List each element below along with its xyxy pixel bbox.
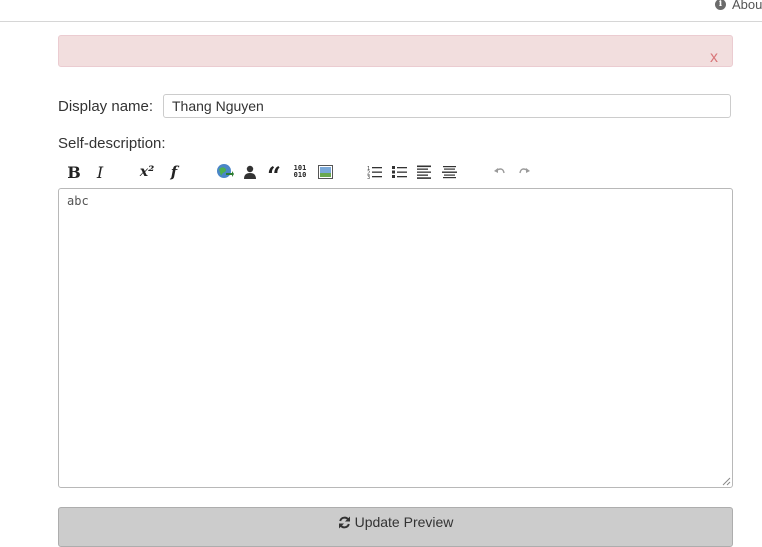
redo-button[interactable] xyxy=(513,160,535,184)
horizontal-rule-button[interactable] xyxy=(438,160,460,184)
bold-icon: B xyxy=(67,162,81,182)
unordered-list-button[interactable] xyxy=(388,160,410,184)
heading-button[interactable] xyxy=(413,160,435,184)
function-button[interactable]: f xyxy=(163,160,185,184)
ordered-list-button[interactable]: 1 2 3 xyxy=(363,160,385,184)
link-button[interactable] xyxy=(214,160,236,184)
italic-icon: I xyxy=(96,162,104,182)
alert-close-button[interactable]: x xyxy=(710,50,718,66)
update-preview-button[interactable]: Update Preview xyxy=(58,507,733,547)
self-description-text: abc xyxy=(67,194,89,208)
heading-icon xyxy=(417,165,431,179)
horizontal-rule-icon xyxy=(441,166,457,179)
resize-handle-icon[interactable] xyxy=(722,477,731,486)
editor-toolbar: B I x² f “ 101 010 1 2 3 xyxy=(62,160,662,188)
superscript-icon: x² xyxy=(139,164,155,180)
update-preview-label: Update Preview xyxy=(354,514,454,530)
refresh-icon xyxy=(338,516,350,528)
quote-icon: “ xyxy=(267,161,281,190)
quote-button[interactable]: “ xyxy=(263,160,285,188)
about-label: About xyxy=(732,0,762,12)
self-description-label: Self-description: xyxy=(58,135,166,152)
code-icon: 101 010 xyxy=(293,164,307,179)
superscript-button[interactable]: x² xyxy=(136,160,158,184)
redo-icon xyxy=(519,168,530,174)
error-alert: x xyxy=(58,35,733,67)
code-button[interactable]: 101 010 xyxy=(289,160,311,184)
about-link[interactable]: i About xyxy=(715,0,762,12)
ordered-list-icon: 1 2 3 xyxy=(367,166,382,179)
info-icon: i xyxy=(715,0,726,10)
top-navbar: i About xyxy=(0,0,762,22)
italic-button[interactable]: I xyxy=(89,160,111,184)
user-button[interactable] xyxy=(239,160,261,184)
undo-icon xyxy=(494,168,505,174)
display-name-input[interactable]: Thang Nguyen xyxy=(163,94,731,118)
display-name-label: Display name: xyxy=(58,98,154,115)
self-description-textarea[interactable]: abc xyxy=(58,188,733,488)
image-button[interactable] xyxy=(314,160,336,184)
function-icon: f xyxy=(170,163,178,181)
undo-button[interactable] xyxy=(489,160,511,184)
svg-text:3: 3 xyxy=(367,175,370,179)
link-icon xyxy=(217,164,234,178)
bold-button[interactable]: B xyxy=(63,160,85,184)
image-icon xyxy=(317,165,333,179)
user-icon xyxy=(244,165,256,179)
unordered-list-icon xyxy=(391,166,407,178)
